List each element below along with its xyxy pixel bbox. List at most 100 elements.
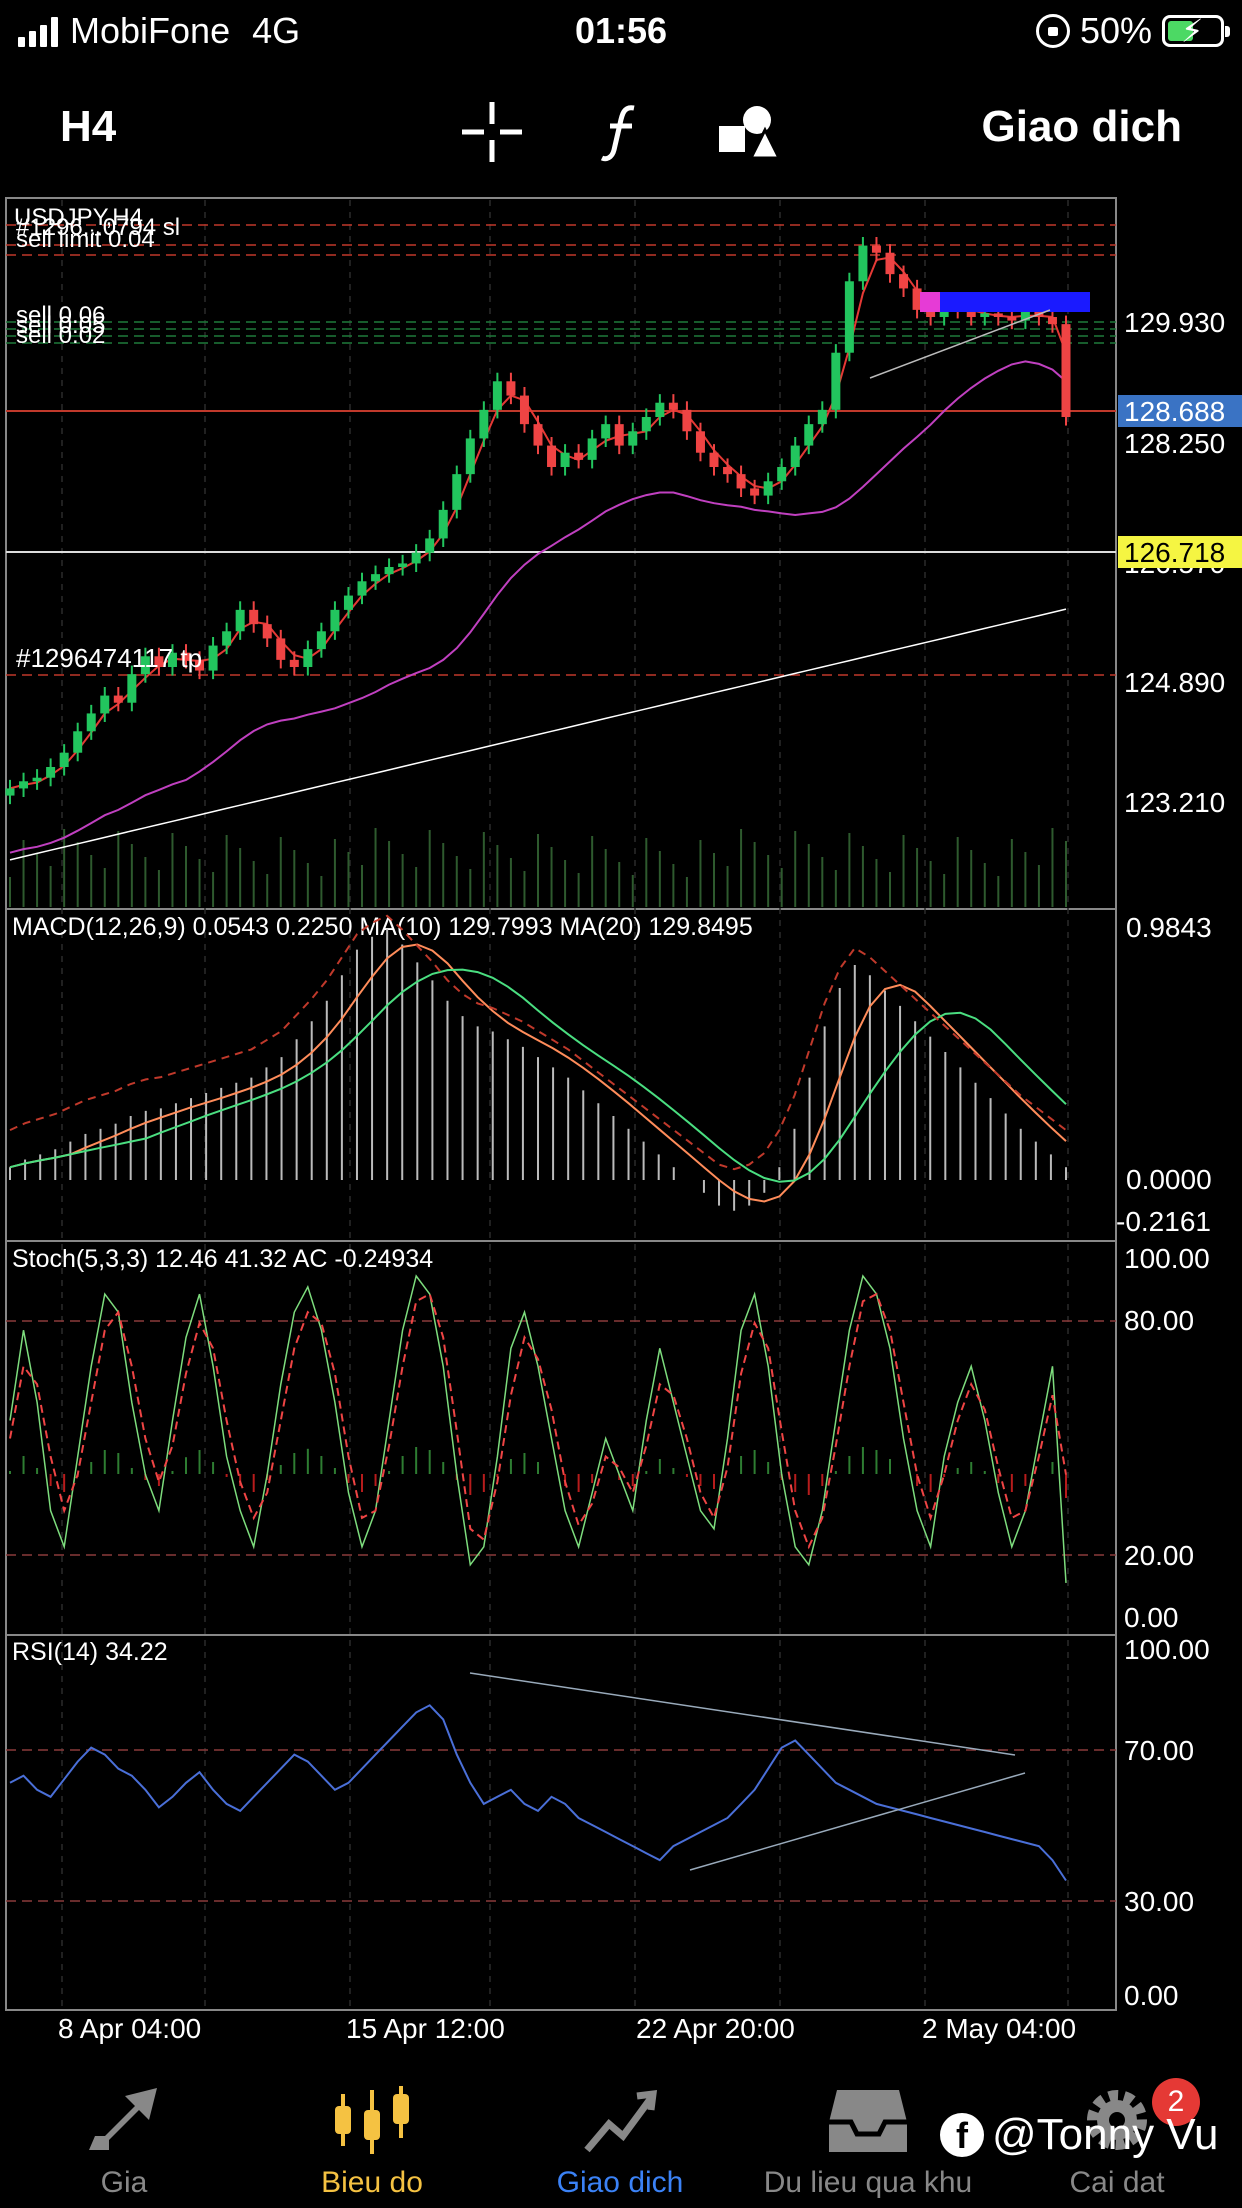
candles-icon [335,2086,409,2154]
svg-text:-0.2161: -0.2161 [1116,1206,1211,1237]
candle-body [695,431,705,453]
svg-text:100.00: 100.00 [1124,1243,1210,1274]
candle-body [547,445,557,467]
stoch-signal-line [9,1292,1067,1550]
candle-body [574,452,584,460]
candle-body [587,438,597,460]
candle-body [73,731,83,753]
candle-body [289,659,299,667]
tab-giao-dich[interactable]: Giao dich [496,2070,744,2208]
candle-body [100,695,110,714]
candle-body [519,395,529,425]
candle-body [208,645,218,671]
rsi-levels [6,1749,1116,1902]
candle-body [357,581,367,596]
volume-bars [9,828,1067,907]
candle-body [641,417,651,432]
candle-body [222,631,232,646]
function-icon[interactable] [590,100,654,164]
bid-price: 128.688 [1124,396,1225,427]
svg-text:123.210: 123.210 [1124,787,1225,818]
trend-icon [584,2089,658,2153]
svg-text:0.00: 0.00 [1124,1980,1179,2011]
candle-body [682,409,692,432]
candle-body [262,624,272,639]
macd-axis: 0.9843 0.0000 -0.2161 [1116,912,1212,1237]
candle-body [438,509,448,539]
chart-frame [5,197,1117,2011]
candle-body [330,609,340,632]
watermark: f @Tonny Vu [940,2110,1219,2160]
tab-label: Giao dich [556,2166,684,2199]
level-price: 126.718 [1124,537,1225,568]
svg-text:129.930: 129.930 [1124,307,1225,338]
svg-text:100.00: 100.00 [1124,1634,1210,1665]
candle-body [668,402,678,410]
price-trendline[interactable] [869,309,1051,379]
rsi-resistance-trendline[interactable] [469,1672,1016,1756]
candle-body [1061,324,1071,417]
candle-body [763,481,773,496]
candle-body [343,595,353,610]
order-label: sell 0.02 [16,322,105,349]
rsi-support-trendline[interactable] [689,1772,1026,1871]
candle-body [777,467,787,482]
candle-body [5,788,15,796]
chart-area[interactable]: USDJPY,H4 #1296...0794 sl sell limit 0.0… [0,195,1242,2045]
candle-body [709,452,719,467]
candle-body [614,424,624,446]
crosshair-icon[interactable] [460,100,524,164]
candle-body [19,781,29,789]
svg-text:128.250: 128.250 [1124,428,1225,459]
candle-body [46,767,56,778]
stoch-label: Stoch(5,3,3) 12.46 41.32 AC -0.24934 [12,1245,433,1273]
tab-gia[interactable]: Gia [0,2070,248,2208]
svg-text:15 Apr 12:00: 15 Apr 12:00 [346,2013,505,2044]
candle-body [384,567,394,575]
sell-lines [6,321,1116,344]
candle-body [276,638,286,660]
candle-body [655,402,665,417]
stoch-lines [9,1274,1067,1583]
tp-label: #1296474117 tp [16,643,202,673]
rsi-path [9,1704,1067,1882]
svg-text:20.00: 20.00 [1124,1540,1194,1571]
candle-body [601,424,611,439]
blue-zone-rect[interactable] [920,292,1090,312]
tab-label: Cai dat [1069,2166,1165,2199]
svg-text:0.9843: 0.9843 [1126,912,1212,943]
candle-body [113,695,123,703]
chart-canvas[interactable]: USDJPY,H4 #1296...0794 sl sell limit 0.0… [0,195,1242,2045]
inbox-icon [829,2090,907,2152]
candle-body [303,649,313,667]
candle-body [993,313,1003,317]
svg-text:22 Apr 20:00: 22 Apr 20:00 [636,2013,795,2044]
candle-body [844,281,854,353]
candle-body [871,245,881,253]
order-label: sell limit 0.04 [16,226,155,253]
trade-button[interactable]: Giao dich [982,102,1182,152]
timeframe-button[interactable]: H4 [60,102,116,152]
pink-zone-rect[interactable] [920,292,940,312]
tab-bieu-do[interactable]: Bieu do [248,2070,496,2208]
candle-body [858,245,868,282]
svg-text:2 May 04:00: 2 May 04:00 [922,2013,1076,2044]
svg-text:124.890: 124.890 [1124,667,1225,698]
candle-body [249,609,259,625]
candle-body [316,631,326,650]
candle-body [804,424,814,446]
tab-label: Bieu do [321,2166,423,2199]
battery-icon: ⚡ [1162,13,1230,49]
candle-body [371,574,381,582]
candle-body [831,352,841,410]
candle-body [59,752,69,767]
candle-body [817,409,827,425]
sma-fast-line [9,256,1067,790]
candle-body [452,474,462,510]
objects-icon[interactable] [715,100,779,164]
rotation-lock-icon [1035,14,1070,48]
svg-text:70.00: 70.00 [1124,1735,1194,1766]
arrows-icon [89,2088,157,2150]
svg-text:80.00: 80.00 [1124,1305,1194,1336]
facebook-icon: f [940,2113,984,2157]
